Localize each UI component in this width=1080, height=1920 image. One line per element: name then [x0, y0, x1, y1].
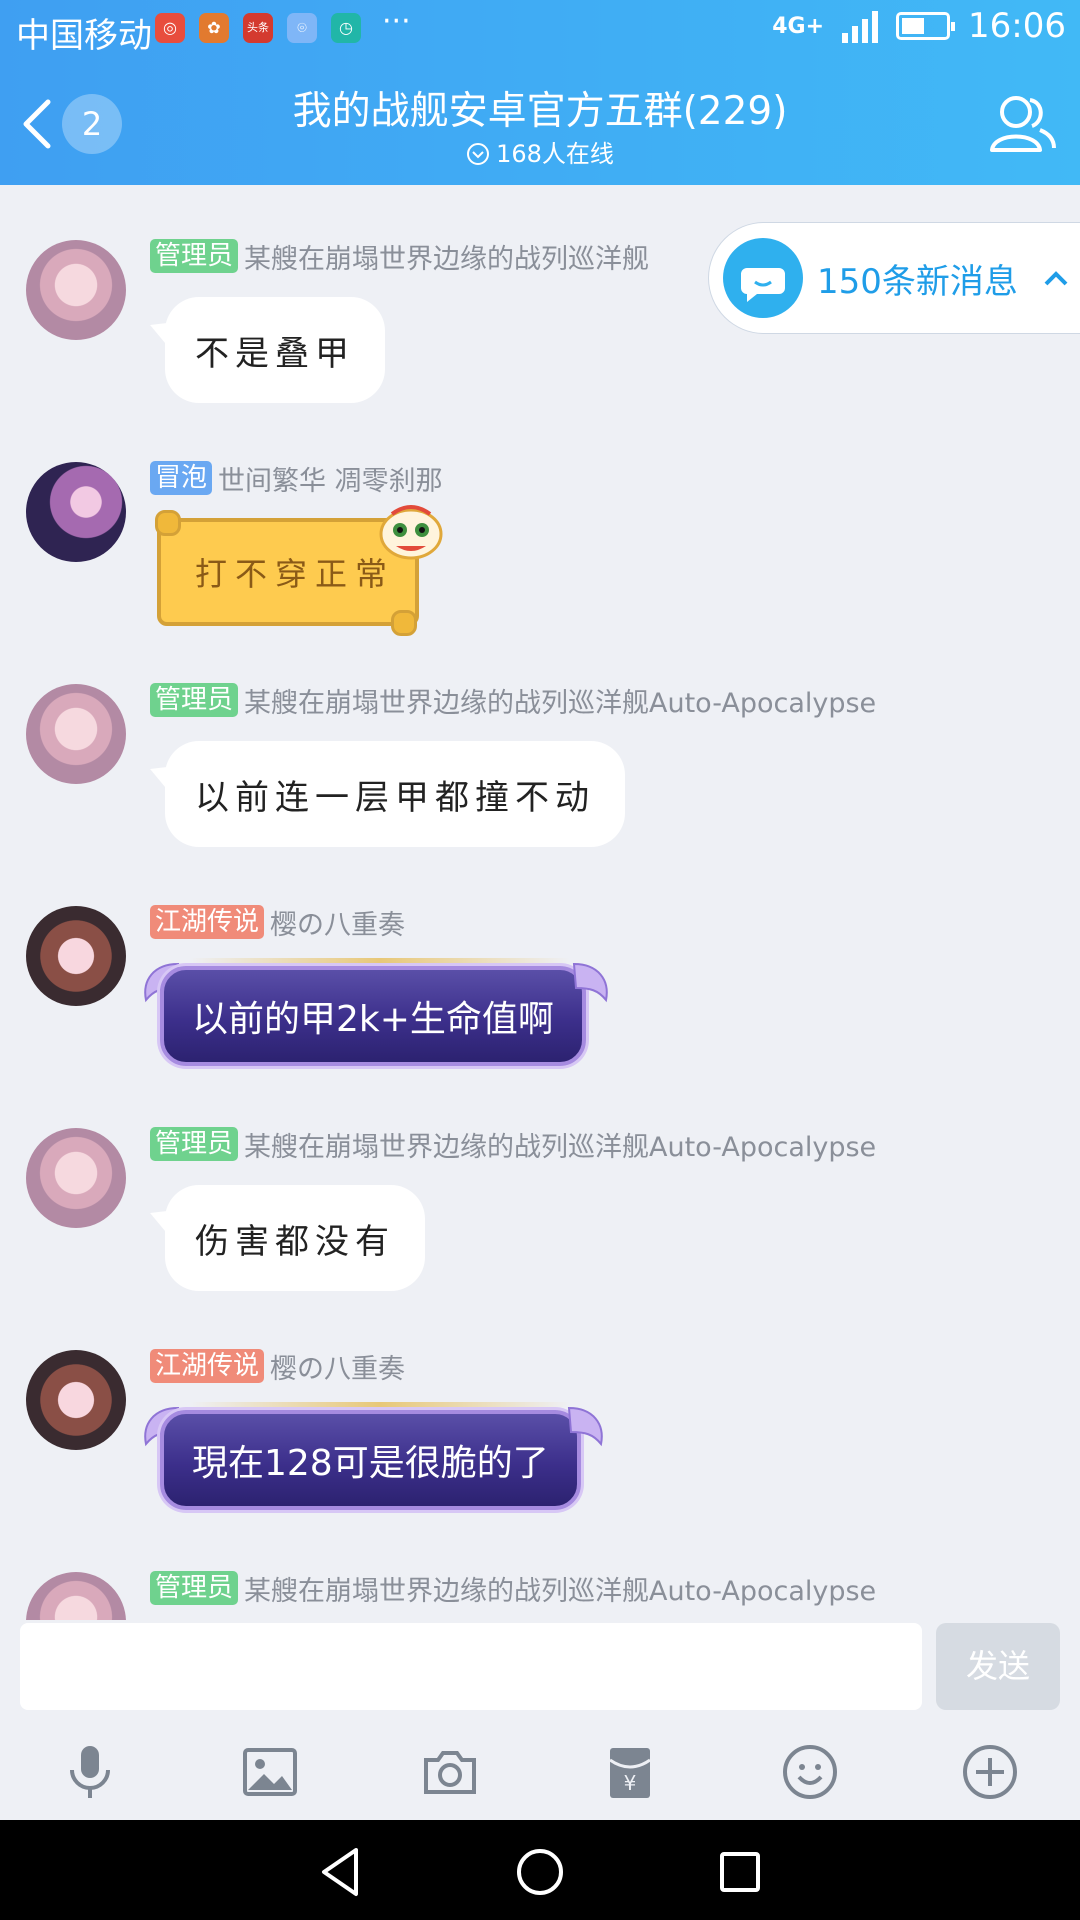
carrier-label: 中国移动	[16, 16, 152, 56]
message-bubble[interactable]: 以前的甲2k+生命值啊	[160, 966, 586, 1066]
new-messages-label: 150条新消息	[817, 261, 1018, 302]
message-bubble[interactable]: 伤害都没有	[165, 1185, 425, 1291]
avatar[interactable]	[26, 240, 126, 340]
toutiao-icon: 头条	[243, 13, 273, 43]
input-bar: 发送	[0, 1620, 1080, 1720]
nav-recents-icon[interactable]	[710, 1842, 770, 1902]
member-title-badge: 冒泡	[150, 461, 213, 495]
svg-text:¥: ¥	[624, 1771, 637, 1795]
more-notifications-icon: ···	[382, 4, 411, 39]
message-row: 管理员 某艘在崩塌世界边缘的战列巡洋舰Auto-Apocalypse 以前连一层甲都…	[0, 683, 1080, 884]
notification-icons: ◎ ✿ 头条 ⌾ ◷	[155, 13, 361, 43]
nav-home-icon[interactable]	[510, 1842, 570, 1902]
input-toolbar: ¥	[0, 1720, 1080, 1820]
clock: 16:06	[968, 6, 1066, 46]
group-members-button[interactable]	[986, 88, 1058, 160]
message-bubble-icon	[723, 238, 803, 318]
message-meta: 管理员 某艘在崩塌世界边缘的战列巡洋舰Auto-Apocalypse	[150, 1571, 876, 1607]
online-count[interactable]: 168人在线	[0, 134, 1080, 169]
send-button[interactable]: 发送	[936, 1623, 1060, 1710]
camera-icon[interactable]	[420, 1742, 480, 1802]
message-meta: 管理员 某艘在崩塌世界边缘的战列巡洋舰Auto-Apocalypse	[150, 1127, 876, 1163]
avatar[interactable]	[26, 462, 126, 562]
image-icon[interactable]	[240, 1742, 300, 1802]
sender-name[interactable]: 樱の八重奏	[270, 903, 405, 942]
member-title-badge: 江湖传说	[150, 1349, 265, 1383]
status-right: 4G+ 16:06	[772, 6, 1066, 46]
sender-name[interactable]: 某艘在崩塌世界边缘的战列巡洋舰Auto-Apocalypse	[244, 1125, 876, 1164]
member-title-badge: 管理员	[150, 1127, 239, 1161]
emoji-icon[interactable]	[780, 1742, 840, 1802]
chevron-up-icon	[1044, 271, 1068, 286]
message-meta: 冒泡 世间繁华 凋零刹那	[150, 461, 443, 497]
system-navbar	[0, 1820, 1080, 1920]
timer-icon: ◷	[331, 13, 361, 43]
avatar[interactable]	[26, 684, 126, 784]
avatar[interactable]	[26, 1572, 126, 1620]
avatar[interactable]	[26, 906, 126, 1006]
online-count-text: 168人在线	[496, 140, 614, 168]
signal-icon	[842, 9, 879, 43]
nav-back-icon[interactable]	[310, 1842, 370, 1902]
weibo-icon: ✿	[199, 13, 229, 43]
sender-name[interactable]: 樱の八重奏	[270, 1347, 405, 1386]
status-bar: 中国移动 ◎ ✿ 头条 ⌾ ◷ ··· 4G+ 16:06	[0, 0, 1080, 60]
bubble-ornament	[190, 1402, 570, 1407]
360-browser-icon: ◎	[155, 13, 185, 43]
group-title[interactable]: 我的战舰安卓官方五群(229)	[0, 80, 1080, 136]
chevron-down-circle-icon	[467, 143, 490, 165]
sender-name[interactable]: 某艘在崩塌世界边缘的战列巡洋舰Auto-Apocalypse	[244, 681, 876, 720]
message-row: 管理员 某艘在崩塌世界边缘的战列巡洋舰Auto-Apocalypse 伤害都没有	[0, 1127, 1080, 1328]
avatar[interactable]	[26, 1128, 126, 1228]
message-bubble[interactable]: 以前连一层甲都撞不动	[165, 741, 625, 847]
sender-name[interactable]: 世间繁华 凋零刹那	[218, 459, 443, 498]
message-row: 管理员 某艘在崩塌世界边缘的战列巡洋舰Auto-Apocalypse	[0, 1571, 1080, 1620]
sender-name[interactable]: 某艘在崩塌世界边缘的战列巡洋舰Auto-Apocalypse	[244, 1569, 876, 1608]
message-list[interactable]: 管理员 某艘在崩塌世界边缘的战列巡洋舰 不是叠甲 冒泡 世间繁华 凋零刹那 打不穿正常 管理…	[0, 185, 1080, 1620]
microphone-icon[interactable]	[60, 1742, 120, 1802]
member-title-badge: 管理员	[150, 1571, 239, 1605]
message-row: 冒泡 世间繁华 凋零刹那 打不穿正常	[0, 461, 1080, 662]
avatar[interactable]	[26, 1350, 126, 1450]
message-row: 江湖传说 樱の八重奏以前的甲2k+生命值啊	[0, 905, 1080, 1106]
bubble-ornament	[190, 958, 570, 963]
message-meta: 江湖传说 樱の八重奏	[150, 905, 405, 941]
message-meta: 管理员 某艘在崩塌世界边缘的战列巡洋舰	[150, 239, 649, 275]
wing-right-icon	[572, 956, 612, 1016]
chat-header: 中国移动 ◎ ✿ 头条 ⌾ ◷ ··· 4G+ 16:06 2 我的战舰安卓官方五群(2…	[0, 0, 1080, 185]
red-packet-icon[interactable]: ¥	[600, 1742, 660, 1802]
location-icon: ⌾	[287, 13, 317, 43]
new-messages-button[interactable]: 150条新消息	[708, 222, 1080, 334]
battery-icon	[896, 12, 956, 40]
message-input[interactable]	[20, 1623, 922, 1710]
message-meta: 管理员 某艘在崩塌世界边缘的战列巡洋舰Auto-Apocalypse	[150, 683, 876, 719]
lion-dance-sticker-icon	[379, 505, 443, 560]
message-bubble[interactable]: 不是叠甲	[165, 297, 385, 403]
message-row: 江湖传说 樱の八重奏現在128可是很脆的了	[0, 1349, 1080, 1550]
wing-right-icon	[567, 1400, 607, 1460]
member-title-badge: 江湖传说	[150, 905, 265, 939]
member-title-badge: 管理员	[150, 683, 239, 717]
message-bubble[interactable]: 現在128可是很脆的了	[160, 1410, 581, 1510]
sender-name[interactable]: 某艘在崩塌世界边缘的战列巡洋舰	[244, 237, 649, 276]
plus-icon[interactable]	[960, 1742, 1020, 1802]
person-icon	[990, 96, 1056, 152]
member-title-badge: 管理员	[150, 239, 239, 273]
network-type: 4G+	[772, 13, 825, 39]
message-meta: 江湖传说 樱の八重奏	[150, 1349, 405, 1385]
